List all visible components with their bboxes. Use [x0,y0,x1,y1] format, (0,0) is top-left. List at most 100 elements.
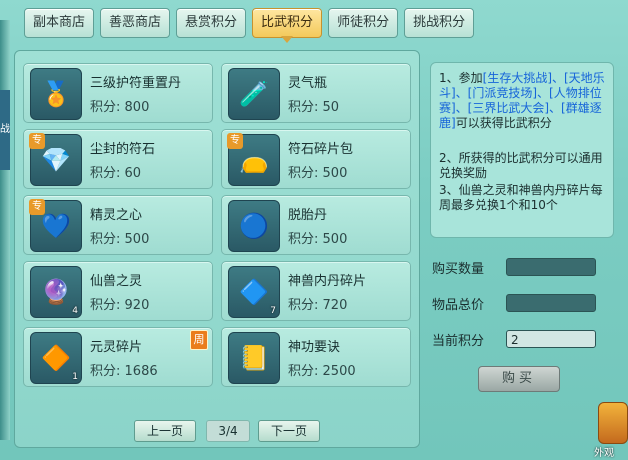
tab-wrapper: 比武积分 [252,8,323,43]
tab-4[interactable]: 比武积分 [252,8,323,38]
points-value: 60 [124,166,142,181]
tab-wrapper: 善恶商店 [100,8,171,38]
shop-item-card[interactable]: 🔵 脱胎丹 积分: 500 [221,195,411,255]
points-label: 积分: [288,232,319,247]
item-name: 神功要诀 [288,340,341,355]
spirit-heart-icon[interactable]: 💙 专 [29,199,82,252]
tab-wrapper: 挑战积分 [404,8,475,38]
tab-wrapper: 悬赏积分 [176,8,247,38]
tab-bar: 副本商店 善恶商店 悬赏积分 比武积分 师徒积分 挑战积分 [24,8,475,43]
exclusive-tag: 专 [29,133,45,149]
item-name: 仙兽之灵 [90,274,143,289]
points-label: 积分: [288,166,319,181]
current-points-label: 当前积分 [432,334,485,349]
points-value: 500 [322,232,348,247]
item-glyph: 🏅 [41,80,71,108]
exclusive-tag: 专 [29,199,45,215]
item-name: 符石碎片包 [288,142,354,157]
quantity-label: 购买数量 [432,262,485,277]
exclusive-tag: 专 [227,133,243,149]
points-value: 720 [322,298,348,313]
golden-book-icon[interactable]: 📒 [228,332,280,384]
item-glyph: 📒 [239,344,269,372]
red-bag-icon[interactable]: 👝 专 [227,133,280,186]
prev-page-button[interactable]: 上一页 [134,420,196,442]
stack-count: 4 [72,306,78,316]
shop-window: 战 副本商店 善恶商店 悬赏积分 比武积分 师徒积分 挑战积分 🏅 三级护符重置丹 积分:… [0,0,628,460]
blue-pill-icon[interactable]: 🔵 [228,200,280,252]
current-points-value: 2 [506,330,596,348]
item-points: 积分: 920 [90,294,149,313]
shop-item-card[interactable]: 🔶 1 元灵碎片 积分: 1686 周 [23,327,213,387]
points-label: 积分: [90,100,121,115]
purple-shard-icon[interactable]: 🔷 7 [228,266,280,318]
item-glyph: 🔵 [239,212,269,240]
info-rule-3: 3、仙兽之灵和神兽内丹碎片每周最多兑换1个和10个 [439,183,603,212]
points-value: 50 [322,100,340,115]
item-points: 积分: 500 [288,162,347,181]
weekly-limit-badge: 周 [190,330,208,350]
points-value: 2500 [322,364,356,379]
gem-stone-icon[interactable]: 💎 专 [29,133,82,186]
shop-item-card[interactable]: 🔮 4 仙兽之灵 积分: 920 [23,261,213,321]
item-points: 积分: 500 [90,228,149,247]
points-value: 1686 [124,364,158,379]
page-indicator: 3/4 [206,420,250,442]
appearance-icon [598,402,628,444]
points-label: 积分: [90,364,121,379]
points-label: 积分: [288,364,319,379]
shop-item-card[interactable]: 💎 专 尘封的符石 积分: 60 [23,129,213,189]
item-name: 脱胎丹 [288,208,328,223]
shop-item-card[interactable]: 🔷 7 神兽内丹碎片 积分: 720 [221,261,411,321]
tab-1[interactable]: 副本商店 [24,8,95,38]
item-glyph: 🧪 [239,80,269,108]
exchange-info-box: 1、参加[生存大挑战]、[天地乐斗]、[门派竞技场]、[人物排位赛]、[三界比武… [430,62,614,238]
points-label: 积分: [288,100,319,115]
tab-6[interactable]: 挑战积分 [404,8,475,38]
points-value: 800 [124,100,150,115]
points-label: 积分: [90,166,121,181]
appearance-label: 外观 [594,448,614,459]
item-points: 积分: 500 [288,228,347,247]
gold-medal-icon[interactable]: 🏅 [30,68,82,120]
quantity-input[interactable] [506,258,596,276]
tab-wrapper: 师徒积分 [328,8,399,38]
item-name: 三级护符重置丹 [90,76,182,91]
points-value: 500 [124,232,150,247]
appearance-shortcut[interactable]: 外观 [594,396,628,460]
active-tab-pointer [281,36,294,43]
item-name: 尘封的符石 [90,142,156,157]
item-points: 积分: 60 [90,162,141,181]
total-price-label: 物品总价 [432,298,485,313]
info-rule-2: 2、所获得的比武积分可以通用兑换奖励 [439,151,603,180]
shop-item-card[interactable]: 💙 专 精灵之心 积分: 500 [23,195,213,255]
side-tab-label[interactable]: 战 [0,90,10,170]
item-points: 积分: 1686 [90,360,158,379]
points-value: 920 [124,298,150,313]
points-label: 积分: [288,298,319,313]
tab-wrapper: 副本商店 [24,8,95,38]
item-name: 元灵碎片 [90,340,143,355]
tab-3[interactable]: 悬赏积分 [176,8,247,38]
item-points: 积分: 50 [288,96,339,115]
shop-item-card[interactable]: 🏅 三级护符重置丹 积分: 800 [23,63,213,123]
shop-item-card[interactable]: 🧪 灵气瓶 积分: 50 [221,63,411,123]
item-name: 灵气瓶 [288,76,328,91]
shop-item-card[interactable]: 👝 专 符石碎片包 积分: 500 [221,129,411,189]
buy-button[interactable]: 购买 [478,366,560,392]
points-value: 500 [322,166,348,181]
gold-shard-icon[interactable]: 🔶 1 [30,332,82,384]
stack-count: 1 [72,372,78,382]
shop-item-card[interactable]: 📒 神功要诀 积分: 2500 [221,327,411,387]
item-points: 积分: 800 [90,96,149,115]
points-label: 积分: [90,298,121,313]
item-points: 积分: 720 [288,294,347,313]
spirit-orb-icon[interactable]: 🔮 4 [30,266,82,318]
next-page-button[interactable]: 下一页 [258,420,320,442]
item-name: 神兽内丹碎片 [288,274,367,289]
info-rule-1: 1、参加[生存大挑战]、[天地乐斗]、[门派竞技场]、[人物排位赛]、[三界比武… [439,71,605,130]
tab-5[interactable]: 师徒积分 [328,8,399,38]
potion-bottle-icon[interactable]: 🧪 [228,68,280,120]
points-label: 积分: [90,232,121,247]
tab-2[interactable]: 善恶商店 [100,8,171,38]
